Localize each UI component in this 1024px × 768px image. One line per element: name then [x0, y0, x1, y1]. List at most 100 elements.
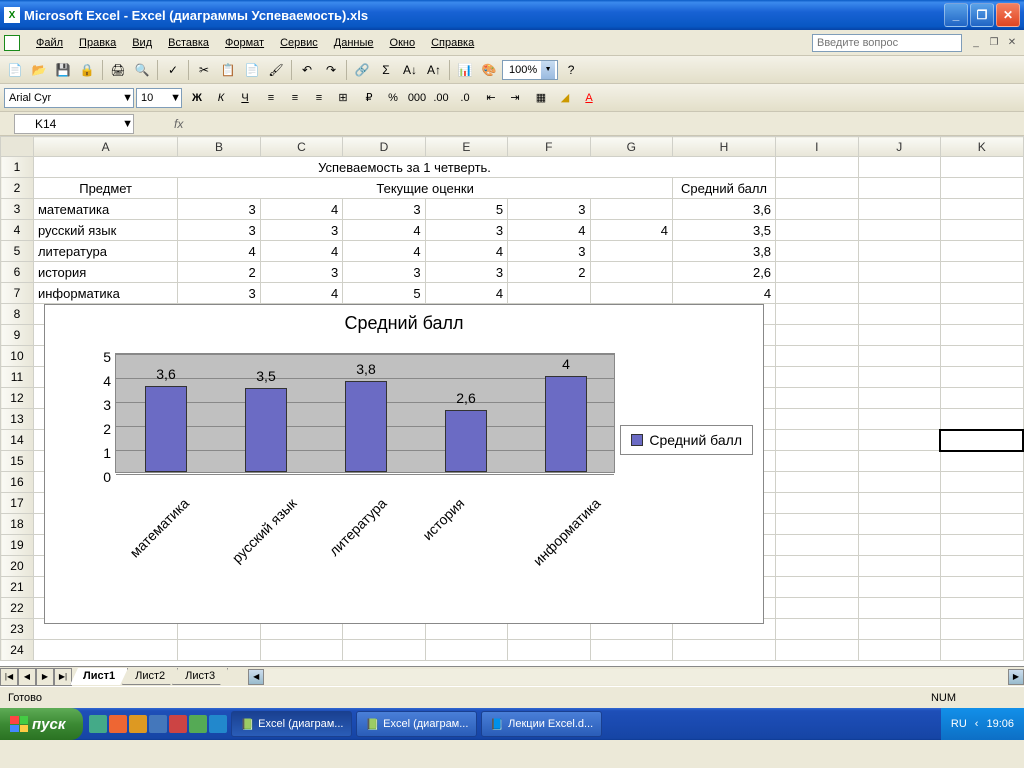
spellcheck-icon[interactable]: ✓	[162, 59, 184, 81]
increase-decimal-icon[interactable]: .00	[430, 87, 452, 109]
cell[interactable]	[776, 493, 858, 514]
cell[interactable]	[940, 283, 1023, 304]
menu-edit[interactable]: Правка	[71, 34, 124, 52]
tab-first-button[interactable]: |◀	[0, 668, 18, 686]
paste-icon[interactable]: 📄	[241, 59, 263, 81]
cell[interactable]	[776, 619, 858, 640]
bold-icon[interactable]: Ж	[186, 87, 208, 109]
cell[interactable]	[940, 346, 1023, 367]
cell[interactable]: 2	[508, 262, 590, 283]
cell[interactable]	[776, 262, 858, 283]
cell[interactable]: 3	[425, 220, 507, 241]
scroll-right-icon[interactable]: ▶	[1008, 669, 1024, 685]
cell[interactable]: 3,5	[672, 220, 775, 241]
cell[interactable]: 3	[343, 262, 425, 283]
currency-icon[interactable]: ₽	[358, 87, 380, 109]
horizontal-scrollbar[interactable]: ◀ ▶	[248, 669, 1024, 685]
cell[interactable]	[776, 556, 858, 577]
column-header[interactable]: B	[178, 137, 260, 157]
row-header[interactable]: 17	[1, 493, 34, 514]
redo-icon[interactable]: ↷	[320, 59, 342, 81]
column-header[interactable]: F	[508, 137, 590, 157]
cell[interactable]	[858, 430, 940, 451]
cell[interactable]	[940, 262, 1023, 283]
tab-next-button[interactable]: ▶	[36, 668, 54, 686]
cell[interactable]	[940, 178, 1023, 199]
cell[interactable]	[590, 241, 672, 262]
cell[interactable]	[425, 640, 507, 661]
drawing-icon[interactable]: 🎨	[478, 59, 500, 81]
cell[interactable]: 4	[590, 220, 672, 241]
cell[interactable]: литература	[33, 241, 177, 262]
cell[interactable]	[590, 640, 672, 661]
doc-minimize-button[interactable]: _	[968, 36, 984, 50]
cell[interactable]: Предмет	[33, 178, 177, 199]
cell[interactable]	[858, 262, 940, 283]
cell[interactable]	[940, 640, 1023, 661]
row-header[interactable]: 3	[1, 199, 34, 220]
row-header[interactable]: 7	[1, 283, 34, 304]
cell[interactable]	[858, 409, 940, 430]
scroll-left-icon[interactable]: ◀	[248, 669, 264, 685]
ql-icon[interactable]	[89, 715, 107, 733]
cell[interactable]	[940, 535, 1023, 556]
cell[interactable]	[858, 472, 940, 493]
cell[interactable]	[858, 325, 940, 346]
undo-icon[interactable]: ↶	[296, 59, 318, 81]
doc-close-button[interactable]: ✕	[1004, 36, 1020, 50]
column-header[interactable]: C	[260, 137, 342, 157]
cell[interactable]: 4	[260, 199, 342, 220]
cell[interactable]	[776, 535, 858, 556]
cell[interactable]	[858, 157, 940, 178]
menu-insert[interactable]: Вставка	[160, 34, 217, 52]
row-header[interactable]: 15	[1, 451, 34, 472]
zoom-combo[interactable]: 100% ▼	[502, 60, 558, 80]
cell[interactable]	[776, 409, 858, 430]
help-search[interactable]	[812, 34, 962, 52]
doc-restore-button[interactable]: ❐	[986, 36, 1002, 50]
comma-icon[interactable]: 000	[406, 87, 428, 109]
row-header[interactable]: 12	[1, 388, 34, 409]
italic-icon[interactable]: К	[210, 87, 232, 109]
cell[interactable]	[858, 199, 940, 220]
permission-icon[interactable]: 🔒	[76, 59, 98, 81]
print-icon[interactable]: 🖨	[107, 59, 129, 81]
row-header[interactable]: 9	[1, 325, 34, 346]
chevron-down-icon[interactable]: ▼	[541, 61, 555, 79]
menu-view[interactable]: Вид	[124, 34, 160, 52]
cell[interactable]: 4	[508, 220, 590, 241]
row-header[interactable]: 4	[1, 220, 34, 241]
cell[interactable]	[858, 346, 940, 367]
chevron-down-icon[interactable]: ▼	[170, 92, 181, 104]
cell[interactable]: 3	[508, 199, 590, 220]
menu-data[interactable]: Данные	[326, 34, 382, 52]
cell[interactable]	[858, 283, 940, 304]
cell[interactable]	[858, 535, 940, 556]
cell[interactable]	[776, 241, 858, 262]
ql-icon[interactable]	[109, 715, 127, 733]
cell[interactable]	[776, 325, 858, 346]
help-icon[interactable]: ?	[560, 59, 582, 81]
row-header[interactable]: 6	[1, 262, 34, 283]
cell[interactable]	[858, 304, 940, 325]
worksheet-grid[interactable]: ABCDEFGHIJK1Успеваемость за 1 четверть.2…	[0, 136, 1024, 666]
row-header[interactable]: 16	[1, 472, 34, 493]
autosum-icon[interactable]: Σ	[375, 59, 397, 81]
cell[interactable]	[260, 640, 342, 661]
cell[interactable]	[940, 514, 1023, 535]
cell[interactable]	[776, 367, 858, 388]
chart-wizard-icon[interactable]: 📊	[454, 59, 476, 81]
system-tray[interactable]: RU ‹ 19:06	[941, 708, 1024, 740]
cell[interactable]: 4	[343, 241, 425, 262]
cell[interactable]: 3	[508, 241, 590, 262]
cell[interactable]	[940, 157, 1023, 178]
merge-center-icon[interactable]: ⊞	[332, 87, 354, 109]
sheet-tab-3[interactable]: Лист3	[172, 668, 228, 685]
percent-icon[interactable]: %	[382, 87, 404, 109]
cell[interactable]	[776, 220, 858, 241]
row-header[interactable]: 1	[1, 157, 34, 178]
menu-window[interactable]: Окно	[382, 34, 424, 52]
cell[interactable]	[940, 493, 1023, 514]
row-header[interactable]: 10	[1, 346, 34, 367]
cell[interactable]	[858, 619, 940, 640]
